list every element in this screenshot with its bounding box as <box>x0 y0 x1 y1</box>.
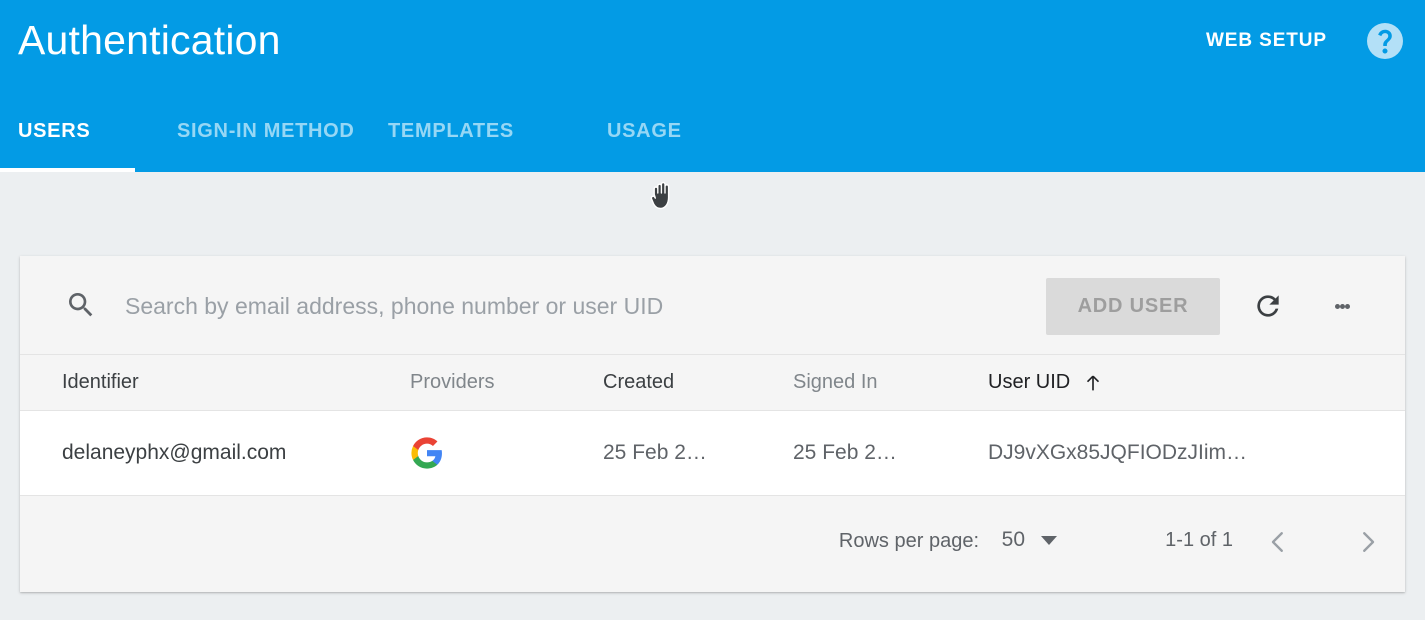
help-circle-icon[interactable] <box>1367 23 1403 59</box>
chevron-left-icon[interactable] <box>1258 522 1298 562</box>
column-header-providers-label: Providers <box>410 371 494 394</box>
rows-per-page-label: Rows per page: <box>839 530 979 553</box>
table-row[interactable]: delaneyphx@gmail.com 25 Feb 2… 25 Feb 2… <box>20 411 1405 496</box>
column-header-providers[interactable]: Providers <box>410 355 494 410</box>
cell-user-uid: DJ9vXGx85JQFIODzJIim… <box>988 411 1247 495</box>
grab-hand-cursor <box>650 181 676 211</box>
refresh-icon[interactable] <box>1249 287 1287 325</box>
app-header: Authentication WEB SETUP USERS SIGN-IN M… <box>0 0 1425 172</box>
menu-dot <box>1340 304 1345 309</box>
cell-user-uid-text: DJ9vXGx85JQFIODzJIim… <box>988 441 1247 465</box>
column-header-user-uid[interactable]: User UID <box>988 355 1104 410</box>
search-input[interactable] <box>123 286 1057 326</box>
rows-per-page-select[interactable]: 50 <box>1002 528 1057 552</box>
web-setup-button[interactable]: WEB SETUP <box>1200 26 1333 56</box>
header-top-bar: Authentication WEB SETUP <box>0 0 1425 110</box>
table-pagination-footer: Rows per page: 50 1-1 of 1 <box>20 496 1405 591</box>
page-title: Authentication <box>18 14 281 66</box>
cell-created: 25 Feb 2… <box>603 411 707 495</box>
users-table: Identifier Providers Created Signed In U… <box>20 355 1405 591</box>
tab-sign-in-method-label: SIGN-IN METHOD <box>177 120 355 143</box>
cell-identifier: delaneyphx@gmail.com <box>62 411 286 495</box>
chevron-right-icon[interactable] <box>1348 522 1388 562</box>
cell-providers <box>410 411 444 495</box>
tab-templates-label: TEMPLATES <box>388 120 514 143</box>
rows-per-page-value: 50 <box>1002 528 1025 552</box>
tab-users[interactable]: USERS <box>0 110 135 172</box>
column-header-identifier[interactable]: Identifier <box>62 355 139 410</box>
users-toolbar: ADD USER <box>20 256 1405 355</box>
tab-sign-in-method[interactable]: SIGN-IN METHOD <box>135 110 351 172</box>
more-vert-icon[interactable] <box>1327 287 1357 325</box>
column-header-identifier-label: Identifier <box>62 371 139 394</box>
tab-users-label: USERS <box>18 120 90 143</box>
column-header-signed-in[interactable]: Signed In <box>793 355 878 410</box>
cell-identifier-text: delaneyphx@gmail.com <box>62 441 286 465</box>
tab-templates[interactable]: TEMPLATES <box>351 110 571 172</box>
sort-ascending-arrow-icon <box>1082 372 1104 394</box>
cell-signed-in: 25 Feb 2… <box>793 411 897 495</box>
column-header-user-uid-label: User UID <box>988 371 1070 394</box>
table-header-row: Identifier Providers Created Signed In U… <box>20 355 1405 411</box>
users-card: ADD USER Identifier Providers Created <box>20 256 1405 592</box>
search-icon[interactable] <box>65 289 97 321</box>
chevron-down-icon <box>1041 536 1057 545</box>
tab-bar: USERS SIGN-IN METHOD TEMPLATES USAGE <box>0 110 731 172</box>
tab-usage-label: USAGE <box>607 120 682 143</box>
google-logo-icon <box>410 436 444 470</box>
cell-signed-in-text: 25 Feb 2… <box>793 441 897 465</box>
column-header-created-label: Created <box>603 371 674 394</box>
column-header-signed-in-label: Signed In <box>793 371 878 394</box>
menu-dot <box>1345 304 1350 309</box>
tab-usage[interactable]: USAGE <box>571 110 731 172</box>
cell-created-text: 25 Feb 2… <box>603 441 707 465</box>
add-user-button[interactable]: ADD USER <box>1046 278 1220 335</box>
tab-active-indicator <box>0 168 135 172</box>
menu-dot <box>1335 304 1340 309</box>
pagination-range-label: 1-1 of 1 <box>1165 529 1233 552</box>
column-header-created[interactable]: Created <box>603 355 674 410</box>
